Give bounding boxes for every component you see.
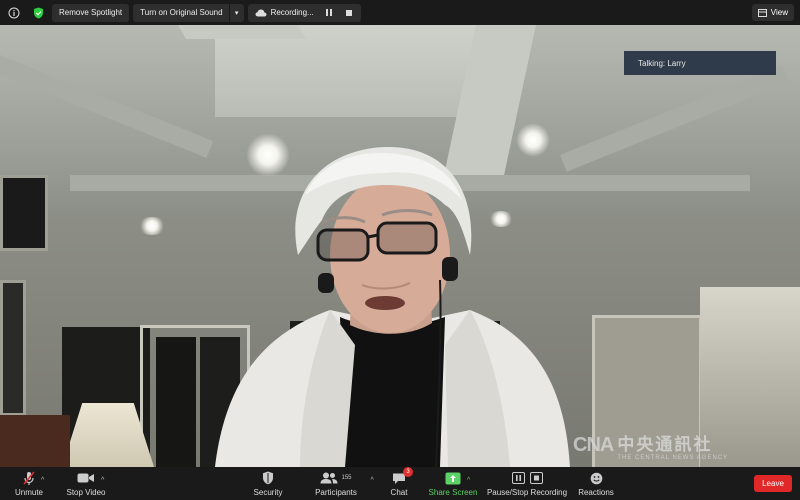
recording-label: Recording... — [270, 8, 314, 17]
shield-check-icon[interactable] — [28, 3, 48, 23]
pause-icon[interactable] — [325, 9, 332, 16]
reactions-button[interactable]: Reactions — [576, 467, 616, 500]
chevron-up-icon[interactable]: ^ — [41, 477, 44, 484]
chevron-up-icon[interactable]: ^ — [467, 477, 470, 484]
speaker-video[interactable]: Talking: Larry CNA 中央通訊社 THE CENTRAL NEW… — [0, 25, 800, 467]
participants-icon — [320, 472, 338, 484]
stop-video-button[interactable]: ^ Stop Video — [62, 467, 110, 500]
remove-spotlight-button[interactable]: Remove Spotlight — [52, 3, 130, 22]
info-icon[interactable] — [4, 3, 24, 23]
meeting-top-bar: Remove Spotlight Turn on Original Sound … — [0, 0, 800, 25]
stop-video-label: Stop Video — [66, 488, 106, 497]
pause-stop-recording-label: Pause/Stop Recording — [486, 488, 568, 497]
participants-label: Participants — [315, 488, 357, 497]
original-sound-button[interactable]: Turn on Original Sound ▾ — [133, 3, 244, 22]
participants-count: 155 — [341, 475, 352, 481]
stop-icon[interactable] — [345, 9, 352, 16]
stop-icon — [529, 472, 543, 484]
share-screen-label: Share Screen — [428, 488, 478, 497]
watermark-english-text: THE CENTRAL NEWS AGENCY — [617, 455, 729, 461]
video-camera-icon — [77, 473, 94, 483]
pause-icon — [511, 472, 525, 484]
grid-icon — [757, 8, 767, 17]
shield-icon — [263, 471, 273, 485]
chat-button[interactable]: 3 Chat — [382, 467, 416, 500]
talking-label: Talking: Larry — [638, 58, 686, 68]
view-button[interactable]: View — [751, 4, 794, 21]
watermark-logo: CNA — [573, 434, 614, 456]
chat-unread-badge: 3 — [403, 467, 413, 477]
security-label: Security — [253, 488, 283, 497]
share-screen-icon — [445, 472, 461, 484]
meeting-controls-bar: ^ Unmute ^ Stop Video Security 155 ^ Par… — [0, 467, 800, 500]
chevron-up-icon[interactable]: ^ — [370, 477, 373, 484]
view-label: View — [770, 8, 788, 17]
unmute-button[interactable]: ^ Unmute — [6, 467, 52, 500]
cna-watermark: CNA 中央通訊社 THE CENTRAL NEWS AGENCY — [573, 430, 728, 461]
chat-label: Chat — [390, 488, 408, 497]
remove-spotlight-label: Remove Spotlight — [59, 8, 123, 17]
emoji-smile-icon — [590, 472, 602, 484]
chevron-up-icon[interactable]: ^ — [101, 477, 104, 484]
recording-indicator: Recording... — [247, 3, 361, 22]
cloud-icon — [255, 9, 267, 16]
pause-stop-recording-button[interactable]: Pause/Stop Recording — [486, 467, 568, 500]
watermark-chinese-text: 中央通訊社 — [617, 435, 713, 454]
original-sound-label: Turn on Original Sound — [140, 8, 223, 17]
unmute-label: Unmute — [14, 488, 43, 497]
leave-label: Leave — [762, 479, 784, 488]
security-button[interactable]: Security — [246, 467, 290, 500]
participants-button[interactable]: 155 ^ Participants — [308, 467, 374, 500]
speaker-person — [215, 146, 570, 467]
share-screen-button[interactable]: ^ Share Screen — [426, 467, 480, 500]
reactions-label: Reactions — [578, 488, 614, 497]
leave-button[interactable]: Leave — [754, 475, 792, 492]
chevron-down-icon[interactable]: ▾ — [228, 3, 244, 22]
talking-indicator: Talking: Larry — [624, 51, 776, 75]
microphone-muted-icon — [23, 471, 35, 485]
